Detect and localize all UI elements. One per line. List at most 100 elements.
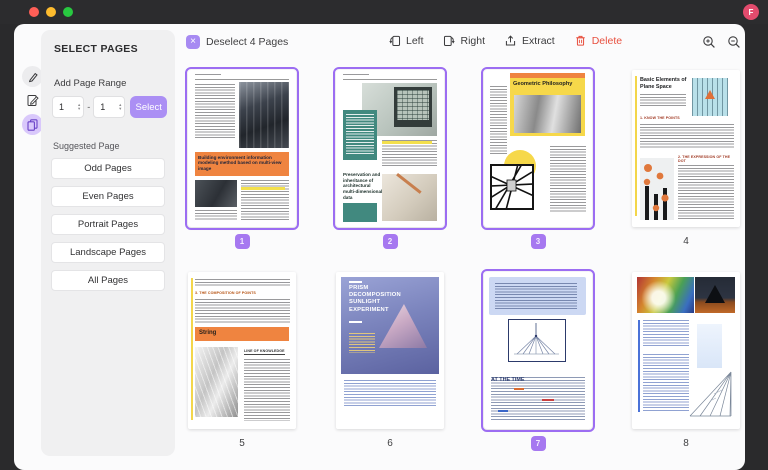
rotate-right-button[interactable]: Right [443,34,486,47]
page-thumbnail-3[interactable]: Geometric Philosophy 3 [464,70,612,272]
titlebar: F [0,0,768,24]
page-5-preview[interactable]: 3. THE COMPOSITION OF POINTS String LINE… [188,272,296,429]
yellow-stripe [191,278,193,420]
deselect-label: Deselect 4 Pages [206,36,288,48]
comment-tool-button[interactable] [22,66,43,87]
rotate-right-label: Right [461,35,486,47]
page-2-article-title: Preservation and inheritance of architec… [343,172,383,201]
rotate-right-icon [443,34,456,47]
zoom-out-icon[interactable] [727,35,741,49]
page-6-title: PRISM DECOMPOSITION SUNLIGHT EXPERIMENT [349,285,405,314]
page-6-preview[interactable]: PRISM DECOMPOSITION SUNLIGHT EXPERIMENT [336,272,444,429]
odd-pages-button[interactable]: Odd Pages [51,158,165,179]
trash-icon [574,34,587,47]
greeked-text [490,86,507,156]
photo-dark-prism [695,277,735,313]
add-page-range-label: Add Page Range [54,78,175,89]
range-to-value: 1 [94,102,119,112]
range-from-input[interactable]: 1 ▴▾ [52,96,84,118]
edit-page-tool-button[interactable] [22,90,43,111]
maximize-window-button[interactable] [63,7,73,17]
pen-icon [27,71,39,83]
rotate-left-button[interactable]: Left [388,34,424,47]
page-3-preview[interactable]: Geometric Philosophy [484,70,592,227]
page-thumbnail-1[interactable]: Building environment information modelin… [168,70,316,272]
photo-overlay [239,82,289,148]
page-number-badge: 2 [383,234,398,249]
organize-pages-tool-button[interactable] [22,114,43,135]
title-rule [349,321,362,323]
page-thumbnail-7[interactable]: AT THE TIME 7 [464,272,612,470]
landscape-pages-button[interactable]: Landscape Pages [51,242,165,263]
divider [195,79,289,80]
range-to-input[interactable]: 1 ▴▾ [93,96,125,118]
even-pages-button[interactable]: Even Pages [51,186,165,207]
colored-word [498,410,508,412]
photo-overlay [195,347,238,417]
panel-title: SELECT PAGES [54,43,175,55]
greeked-text [195,279,290,287]
page-range-row: 1 ▴▾ - 1 ▴▾ Select [52,96,167,118]
photo-grayscale-abstract [514,95,581,133]
greeked-text [195,299,290,323]
page-7-preview[interactable]: AT THE TIME [484,272,592,429]
page-number: 6 [387,438,393,449]
select-pages-panel: SELECT PAGES Add Page Range 1 ▴▾ - 1 ▴▾ … [41,30,175,456]
greeked-text [678,165,734,220]
page-1-article-title: Building environment information modelin… [195,152,289,174]
greeked-text [195,74,221,77]
page-thumbnail-6[interactable]: PRISM DECOMPOSITION SUNLIGHT EXPERIMENT … [316,272,464,470]
greeked-text [349,333,375,353]
light-blue-strip [697,324,722,368]
range-separator: - [87,102,90,112]
greeked-text [491,377,585,421]
stepper-arrows-icon[interactable]: ▴▾ [78,103,83,111]
page-4-preview[interactable]: Basic Elements of Plane Space 1. KNOW TH… [632,70,740,227]
page-8-preview[interactable] [632,272,740,429]
range-from-value: 1 [53,102,78,112]
stepper-arrows-icon[interactable]: ▴▾ [119,103,124,111]
refraction-diagram [508,319,566,362]
organize-pages-icon [26,118,39,131]
close-window-button[interactable] [29,7,39,17]
teal-block [343,203,377,222]
photo-person-computer [195,180,237,207]
dark-prism-shape [705,285,725,303]
page-thumbnails-grid: Building environment information modelin… [168,70,745,470]
delete-button[interactable]: Delete [574,34,622,47]
all-pages-button[interactable]: All Pages [51,270,165,291]
page-thumbnail-8[interactable]: 8 [612,272,745,470]
rotate-left-label: Left [406,35,424,47]
page-2-preview[interactable]: Preservation and inheritance of architec… [336,70,444,227]
greeked-text [195,210,237,221]
page-thumbnail-5[interactable]: 3. THE COMPOSITION OF POINTS String LINE… [168,272,316,470]
delete-label: Delete [592,35,622,47]
blue-callout-block [489,277,586,315]
title-rule [349,281,362,283]
rotate-left-icon [388,34,401,47]
photo-rainbow-prism [637,277,694,313]
deselect-pages-button[interactable]: × Deselect 4 Pages [186,35,288,49]
deselect-x-icon: × [186,35,200,49]
portrait-pages-button[interactable]: Portrait Pages [51,214,165,235]
yellow-stripe [635,76,637,216]
page-number: 8 [683,438,689,449]
extract-button[interactable]: Extract [504,34,555,47]
greeked-text [643,354,689,412]
page-thumbnail-4[interactable]: Basic Elements of Plane Space 1. KNOW TH… [612,70,745,272]
page-number-badge: 1 [235,234,250,249]
greeked-text [343,74,369,77]
yellow-block: Geometric Philosophy [510,78,585,136]
user-avatar[interactable]: F [743,4,759,20]
colored-word [542,399,554,401]
minimize-window-button[interactable] [46,7,56,17]
page-1-preview[interactable]: Building environment information modelin… [188,70,296,227]
blue-accent-line [638,320,640,412]
page-thumbnail-2[interactable]: Preservation and inheritance of architec… [316,70,464,272]
string-banner: String [195,327,289,341]
select-range-button[interactable]: Select [130,96,167,118]
zoom-in-icon[interactable] [702,35,716,49]
page-number: 5 [239,438,245,449]
greeked-text [382,140,437,168]
page-number-badge: 3 [531,234,546,249]
